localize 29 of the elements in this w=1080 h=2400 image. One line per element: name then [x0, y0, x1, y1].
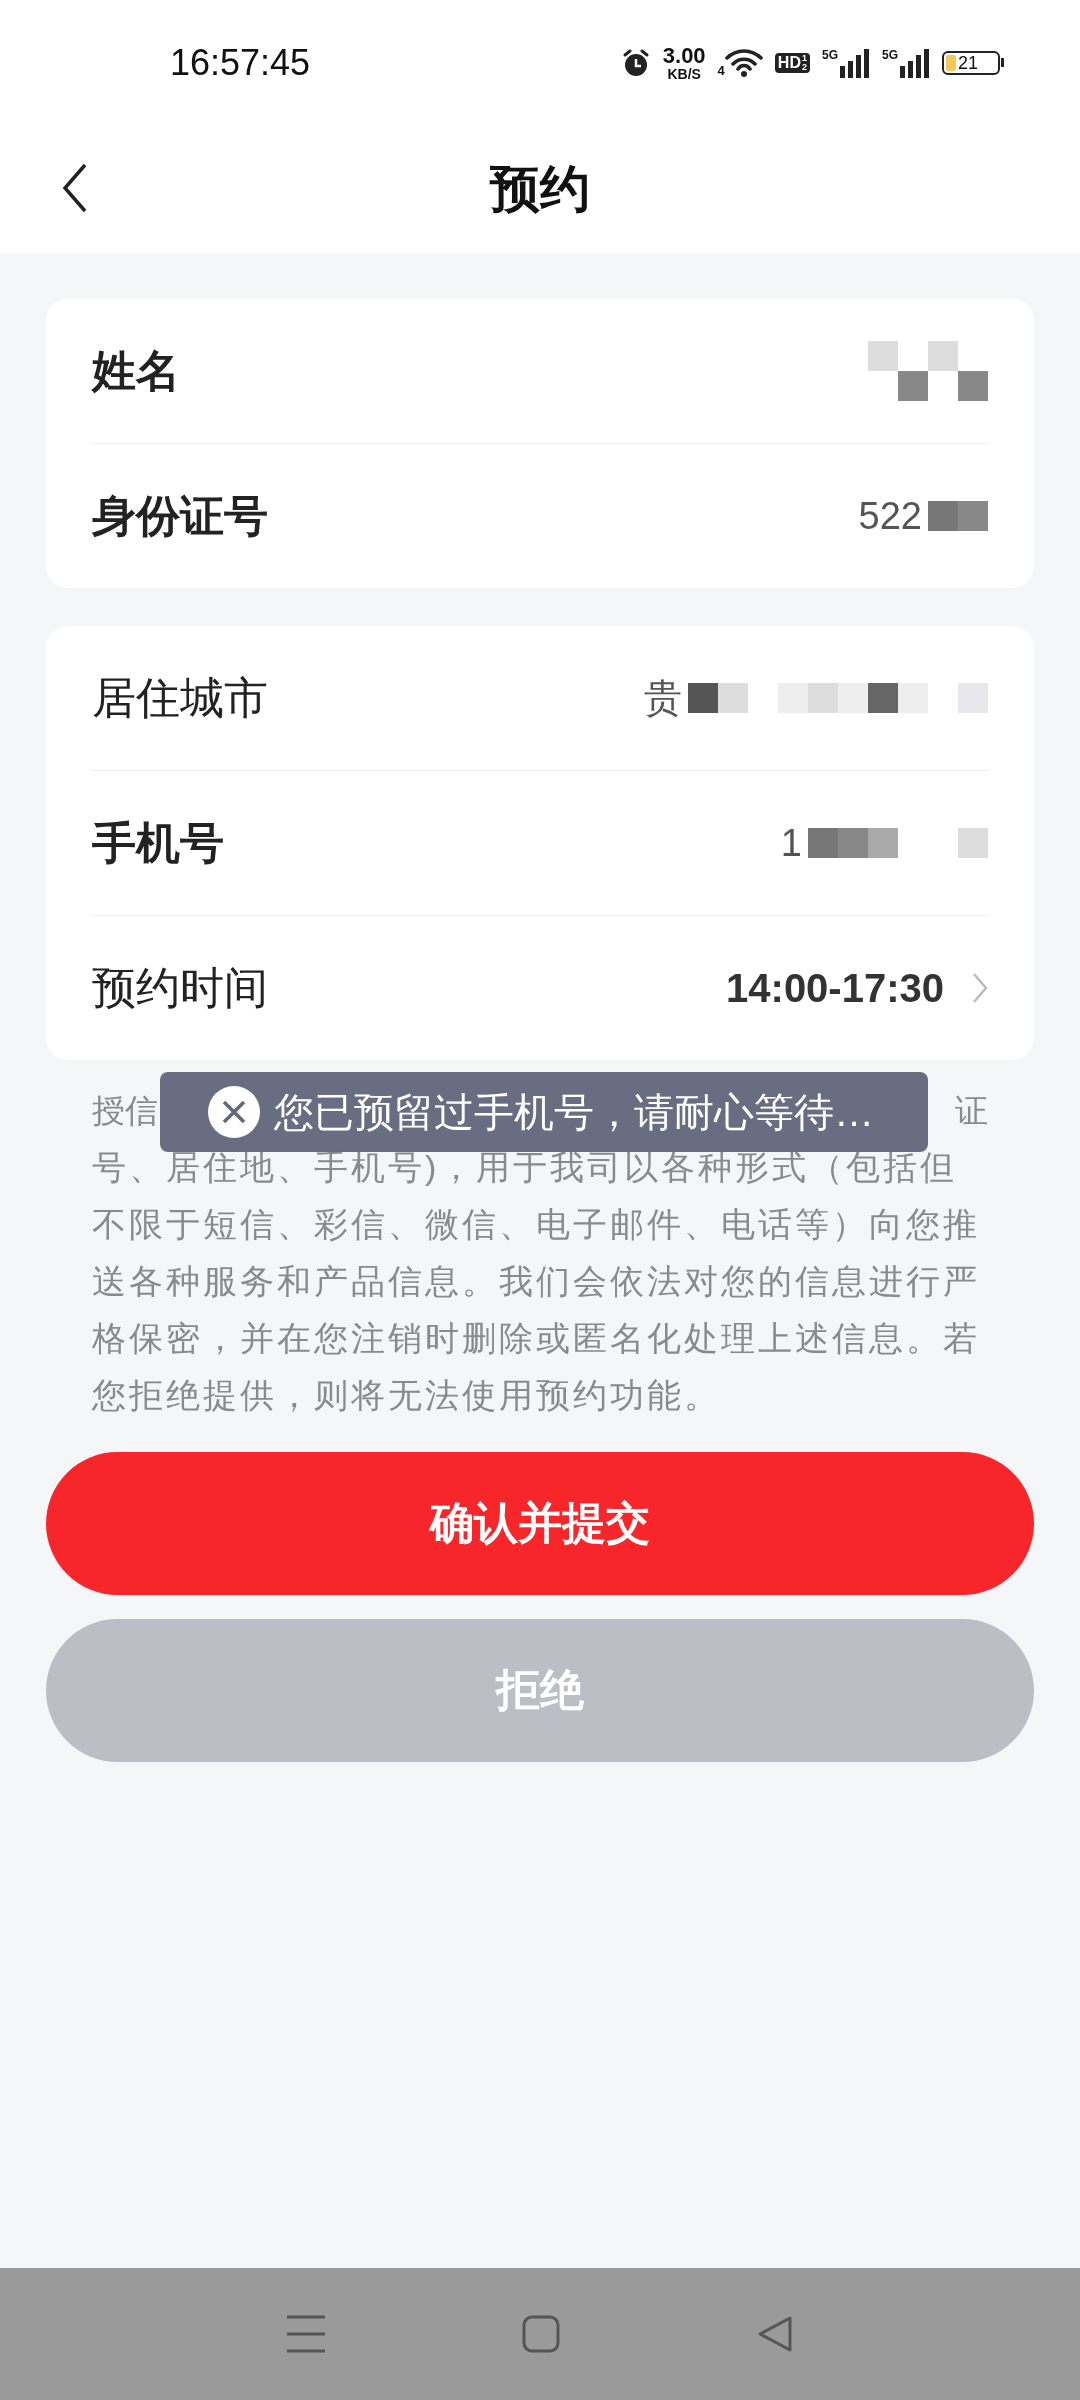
signal-icon [900, 47, 930, 78]
toast-message: 您已预留过手机号，请耐心等待… [274, 1088, 874, 1136]
field-label: 手机号 [92, 816, 224, 869]
signal-icon [840, 47, 870, 78]
field-value: 1 [780, 821, 802, 865]
network-type: 5G [882, 47, 898, 62]
notice-fragment: 证 [955, 1091, 988, 1131]
network-speed: 3.00 [662, 44, 706, 67]
consent-notice: 号、居住地、手机号)，用于我司以各种形式（包括但不限于短信、彩信、微信、电子邮件、电话等）向您推送各种服务和产品信息。我们会依法对您的信息进行严格保密，并在您注销时删除或匿名化处理上述信息。若您拒绝提供，则将无法使用预约功能。 [91, 1147, 981, 1416]
back-button[interactable] [62, 163, 88, 213]
clock-time: 16:57:45 [170, 41, 312, 84]
field-label: 预约时间 [92, 961, 268, 1014]
speed-unit: KB/S [667, 66, 701, 81]
network-type: 5G [821, 47, 838, 62]
field-label: 居住城市 [92, 671, 268, 724]
menu-icon[interactable] [286, 2315, 326, 2353]
close-icon [208, 1086, 260, 1138]
field-label: 姓名 [92, 344, 180, 397]
notice-fragment: 授信 [92, 1091, 158, 1131]
home-icon[interactable] [522, 2315, 560, 2353]
field-value: 贵 [644, 675, 682, 721]
back-icon[interactable] [756, 2315, 794, 2353]
wifi-label: 4 [717, 62, 725, 78]
submit-button[interactable]: 确认并提交 [46, 1452, 1034, 1595]
field-value: 522 [858, 494, 922, 538]
wifi-icon [724, 47, 763, 78]
page-title: 预约 [490, 159, 590, 219]
field-value: 14:00-17:30 [726, 965, 944, 1011]
field-label: 身份证号 [92, 489, 268, 542]
